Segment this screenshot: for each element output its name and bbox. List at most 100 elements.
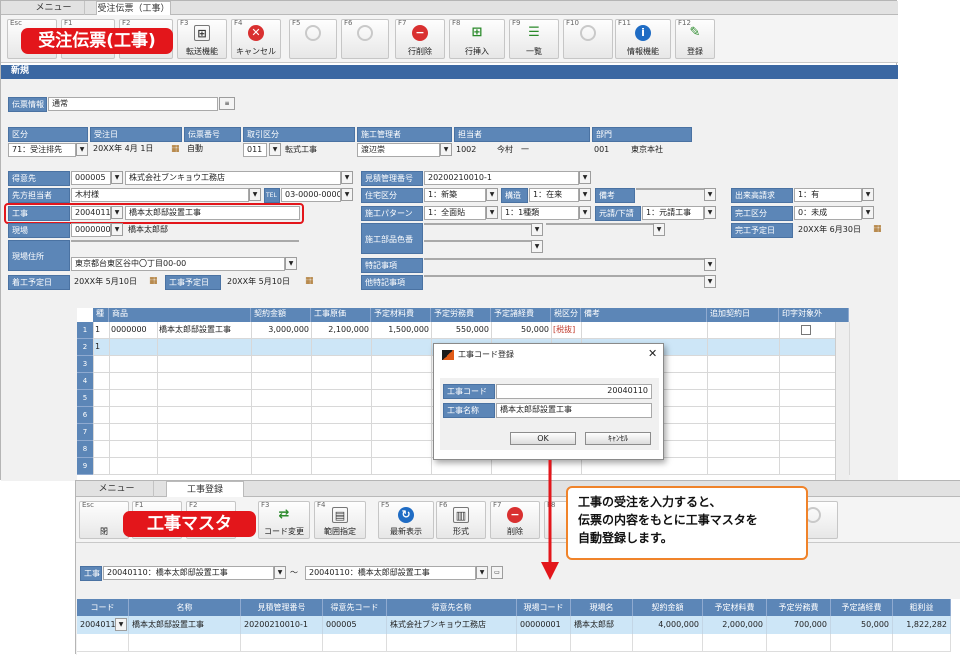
done-field[interactable]: 0：未成 [794,206,862,220]
delete-row-button[interactable]: F7− 行削除 [395,19,445,59]
chevron-down-icon[interactable]: ▼ [579,206,591,219]
parts-field-1[interactable] [424,223,531,225]
manager-field[interactable]: 渡辺崇 [357,143,440,157]
other-field[interactable] [424,275,704,277]
calendar-icon[interactable]: ▦ [149,275,158,287]
end-date[interactable]: 20XX年 5月10日 [227,275,290,288]
master-cell[interactable]: 株式会社ブンキョウ工務店 [387,616,517,634]
range-button[interactable]: F4 ▤ 範囲指定 [314,501,366,539]
original-field[interactable]: 1：元請工事 [642,206,704,220]
chevron-down-icon[interactable]: ▼ [115,618,127,631]
chevron-down-icon[interactable]: ▼ [341,171,353,184]
customer-code-field[interactable]: 000005 [71,171,111,185]
tab-work-register[interactable]: 工事登録 [166,481,244,497]
ok-button[interactable]: OK [510,432,576,445]
format-button[interactable]: F6 ▥ 形式 [436,501,486,539]
height-field[interactable]: 1：有 [794,188,862,202]
grid-cell-tax[interactable]: [税抜] [553,323,579,337]
code-change-button[interactable]: F3 ⇄ コード変更 [258,501,310,539]
trade-code-field[interactable]: 011 [243,143,267,157]
master-cell[interactable]: 橋本太郎邸設置工事 [129,616,241,634]
chevron-down-icon[interactable]: ▼ [704,206,716,219]
chevron-down-icon[interactable]: ▼ [486,206,498,219]
slip-info-field[interactable]: 通常 [48,97,218,111]
refresh-button[interactable]: F5 ↻ 最新表示 [378,501,434,539]
register-button[interactable]: F12 ✎ 登録 [675,19,715,59]
master-cell[interactable]: 2,000,000 [703,616,767,634]
delete-button[interactable]: F7− 削除 [490,501,540,539]
grid-row[interactable]: 9 [77,458,850,475]
master-cell[interactable]: 000005 [323,616,387,634]
tab-menu[interactable]: メニュー [23,1,85,15]
calendar-icon[interactable]: ▦ [171,143,180,155]
cancel-button[interactable]: ｷｬﾝｾﾙ [585,432,651,445]
chevron-down-icon[interactable]: ▼ [579,171,591,184]
grid-scrollbar[interactable] [835,322,849,481]
grid-cell-cost[interactable]: 2,100,000 [313,323,369,337]
parts-field-2[interactable] [546,223,653,225]
housing-field[interactable]: 1：新築 [424,188,486,202]
customer-name-field[interactable]: 株式会社ブンキョウ工務店 [125,171,341,185]
folder-icon[interactable]: ▭ [491,566,503,579]
pattern-field[interactable]: 1：全面貼 [424,206,486,220]
chevron-down-icon[interactable]: ▼ [76,143,88,156]
print-exclude-checkbox[interactable] [801,325,811,335]
info-button[interactable]: F11 i 情報機能 [615,19,671,59]
grid-cell-name[interactable]: 橋本太郎邸設置工事 [159,323,249,337]
cancel-button[interactable]: F4 ✕ キャンセル [231,19,281,59]
chevron-down-icon[interactable]: ▼ [486,188,498,201]
master-cell[interactable]: 4,000,000 [633,616,703,634]
calendar-icon[interactable]: ▦ [305,275,314,287]
chevron-down-icon[interactable]: ▼ [440,143,452,156]
master-cell[interactable]: 橋本太郎邸 [571,616,633,634]
master-cell[interactable]: 50,000 [831,616,893,634]
grid-cell-contract[interactable]: 3,000,000 [253,323,309,337]
chevron-down-icon[interactable]: ▼ [862,188,874,201]
filter-to-field[interactable]: 20040110：橋本太郎邸設置工事 [305,566,476,580]
site-code-field[interactable]: 00000001 [71,223,111,237]
calendar-icon[interactable]: ▦ [873,223,882,235]
chevron-down-icon[interactable]: ▼ [704,258,716,271]
chevron-down-icon[interactable]: ▼ [274,566,286,579]
order-date-field[interactable]: 20XX年 4月 1日 [90,143,168,155]
insert-row-button[interactable]: F8 ⊞ 行挿入 [449,19,505,59]
list-button[interactable]: F9 ☰ 一覧 [509,19,559,59]
grid-cell-expense[interactable]: 50,000 [493,323,549,337]
chevron-down-icon[interactable]: ▼ [579,188,591,201]
chevron-down-icon[interactable]: ▼ [862,206,874,219]
tel-field[interactable]: 03-0000-0000 [281,188,341,202]
grid-cell-kind[interactable]: 1 [95,323,107,337]
dialog-code-field[interactable]: 20040110 [496,384,652,399]
address-line2-field[interactable]: 東京都台東区谷中〇丁目00-00 [71,257,285,271]
master-cell[interactable]: 20200210010-1 [241,616,323,634]
close-icon[interactable]: ✕ [648,347,657,360]
close-button[interactable]: Esc 閉 [79,501,129,539]
chevron-down-icon[interactable]: ▼ [704,275,716,288]
tab-order-slip[interactable]: 受注伝票（工事） [96,1,171,15]
grid-cell-labor[interactable]: 550,000 [433,323,489,337]
contact-field[interactable]: 木村様 [71,188,249,202]
grid-cell-code[interactable]: 0000000 [111,323,155,337]
transfer-button[interactable]: F3 ⊞ 転送機能 [177,19,227,59]
done-date[interactable]: 20XX年 6月30日 [798,223,861,236]
pattern2-field[interactable]: 1：1種類 [501,206,579,220]
filter-from-field[interactable]: 20040110：橋本太郎邸設置工事 [103,566,274,580]
memo-button[interactable]: ≡ [219,97,235,110]
chevron-down-icon[interactable]: ▼ [111,223,123,236]
remarks-field[interactable] [636,188,704,190]
chevron-down-icon[interactable]: ▼ [285,257,297,270]
chevron-down-icon[interactable]: ▼ [476,566,488,579]
classification-select[interactable]: 71：受注排先 [8,143,76,157]
chevron-down-icon[interactable]: ▼ [704,188,716,201]
master-cell[interactable]: 00000001 [517,616,571,634]
master-cell[interactable]: 700,000 [767,616,831,634]
grid-cell-material[interactable]: 1,500,000 [373,323,429,337]
special-field[interactable] [424,258,704,260]
chevron-down-icon[interactable]: ▼ [653,223,665,236]
address-line1-field[interactable] [71,240,299,242]
start-date[interactable]: 20XX年 5月10日 [74,275,137,288]
grid-row[interactable]: 1 1 0000000 橋本太郎邸設置工事 3,000,000 2,100,000 1,50… [77,322,850,339]
chevron-down-icon[interactable]: ▼ [249,188,261,201]
structure-field[interactable]: 1：在来 [529,188,579,202]
chevron-down-icon[interactable]: ▼ [531,240,543,253]
